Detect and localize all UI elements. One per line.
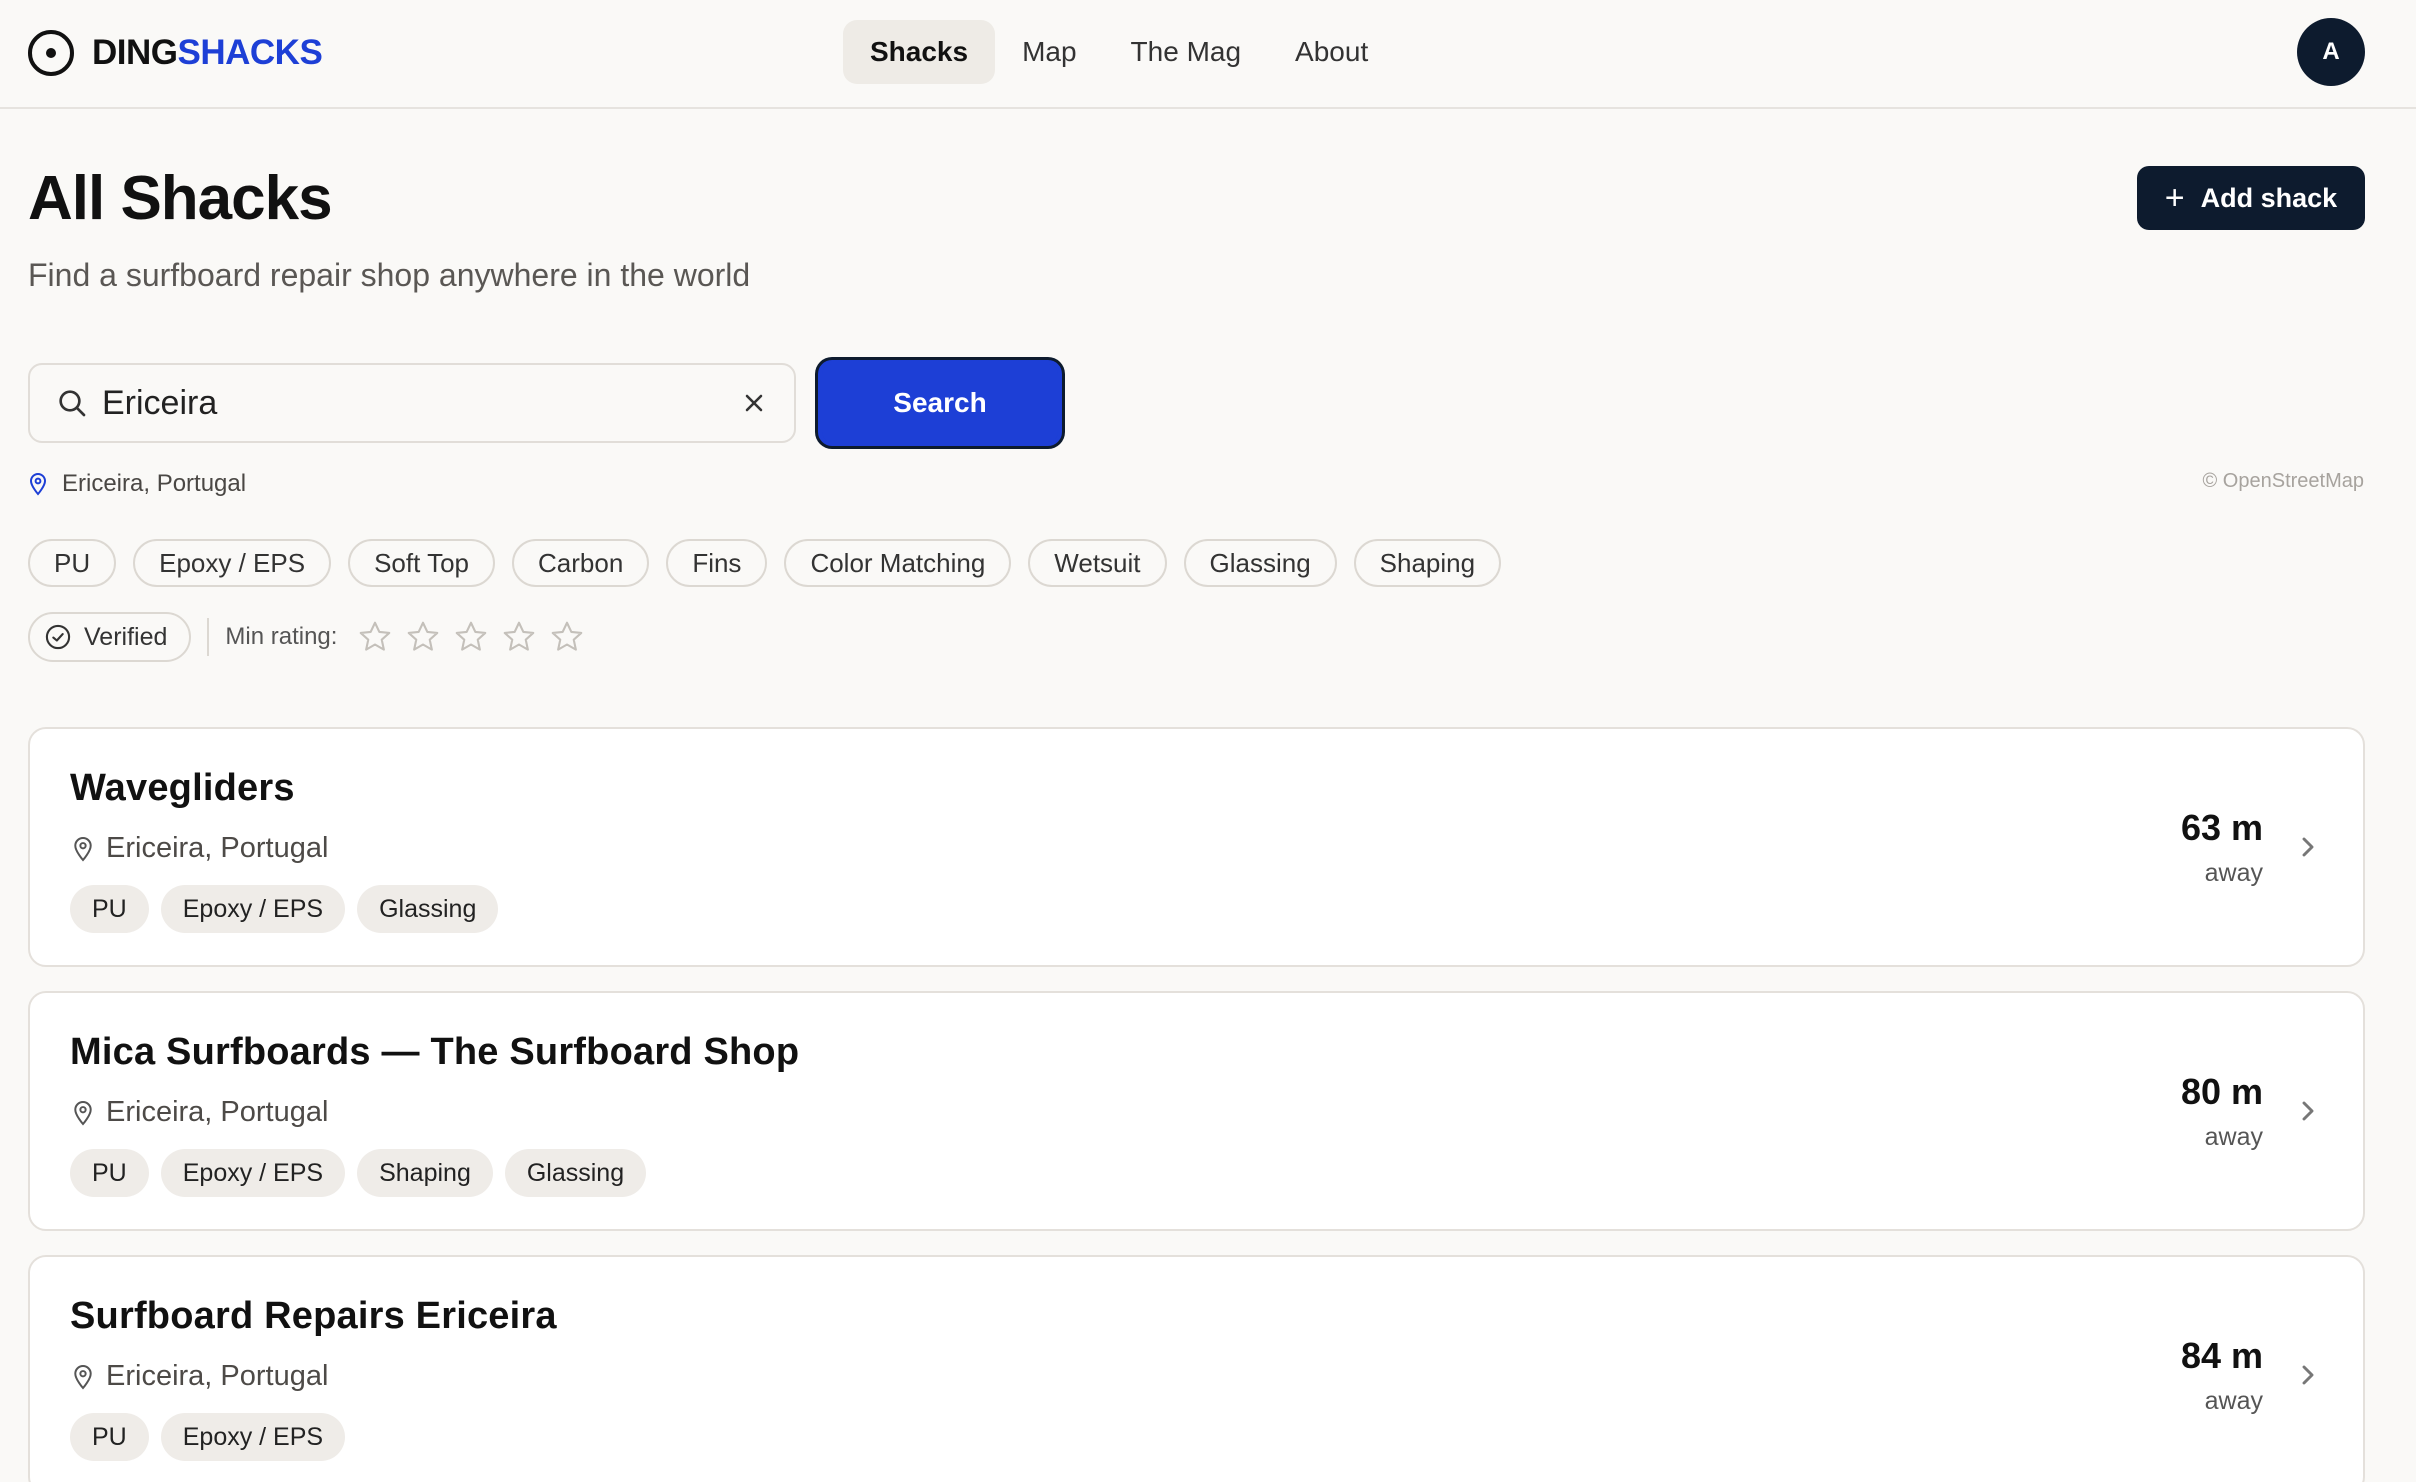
shack-location: Ericeira, Portugal: [72, 1096, 328, 1129]
search-button[interactable]: Search: [818, 360, 1062, 446]
distance-suffix: away: [2204, 1123, 2263, 1151]
shack-tag: Epoxy / EPS: [160, 885, 346, 933]
logo-text-part2: SHACKS: [177, 33, 323, 72]
logo-wordmark: DINGSHACKS: [92, 33, 323, 73]
shack-location-text: Ericeira, Portugal: [106, 1360, 329, 1392]
verified-filter-toggle[interactable]: Verified: [28, 612, 192, 662]
verified-label: Verified: [84, 622, 168, 651]
shack-tag: PU: [70, 885, 149, 933]
distance-value: 84 m: [2180, 1335, 2263, 1376]
distance-suffix: away: [2204, 859, 2263, 887]
user-avatar[interactable]: A: [2297, 18, 2365, 86]
min-rating-label: Min rating:: [225, 623, 338, 650]
add-shack-label: Add shack: [2200, 182, 2338, 213]
search-input[interactable]: Ericeira: [28, 363, 796, 443]
star-outline-icon[interactable]: [453, 619, 489, 655]
distance-value: 63 m: [2180, 807, 2263, 848]
nav-item-shacks[interactable]: Shacks: [843, 20, 996, 84]
plus-icon: +: [2164, 179, 2185, 217]
search-query-value[interactable]: Ericeira: [102, 365, 217, 441]
logo[interactable]: DINGSHACKS: [28, 30, 323, 76]
shack-tag: PU: [70, 1413, 149, 1461]
shack-tags: PU Epoxy / EPS: [70, 1413, 357, 1461]
shack-name[interactable]: Surfboard Repairs Ericeira: [70, 1295, 557, 1338]
shack-tag: Epoxy / EPS: [160, 1413, 346, 1461]
search-icon: [59, 390, 86, 417]
material-filter-chips: PU Epoxy / EPS Soft Top Carbon Fins Colo…: [28, 539, 1518, 587]
map-attribution[interactable]: © OpenStreetMap: [2203, 470, 2364, 493]
filter-chip-pu[interactable]: PU: [28, 539, 117, 587]
filter-chip-glassing[interactable]: Glassing: [1183, 539, 1337, 587]
shack-distance: 84 m away: [2181, 1335, 2263, 1416]
map-pin-icon: [74, 1364, 92, 1390]
logo-text-part1: DING: [92, 33, 178, 72]
filter-chip-fins[interactable]: Fins: [666, 539, 768, 587]
shack-tag: PU: [70, 1149, 149, 1197]
page-subtitle: Find a surfboard repair shop anywhere in…: [28, 257, 751, 293]
shack-tags: PU Epoxy / EPS Glassing: [70, 885, 510, 933]
nav-item-map[interactable]: Map: [995, 20, 1103, 84]
filter-chip-epoxy-eps[interactable]: Epoxy / EPS: [133, 539, 332, 587]
shack-distance: 80 m away: [2181, 1071, 2263, 1152]
add-shack-button[interactable]: + Add shack: [2137, 166, 2365, 230]
resolved-location-text: Ericeira, Portugal: [62, 470, 247, 497]
map-pin-icon: [74, 1100, 92, 1126]
shack-tags: PU Epoxy / EPS Shaping Glassing: [70, 1149, 658, 1197]
shack-location-text: Ericeira, Portugal: [106, 1096, 329, 1128]
star-outline-icon[interactable]: [405, 619, 441, 655]
shack-card[interactable]: Wavegliders Ericeira, Portugal PU Epoxy …: [28, 727, 2365, 967]
map-pin-icon: [74, 836, 92, 862]
shack-tag: Glassing: [357, 885, 499, 933]
filter-chip-soft-top[interactable]: Soft Top: [348, 539, 496, 587]
nav-item-about[interactable]: About: [1268, 20, 1395, 84]
shack-location-text: Ericeira, Portugal: [106, 832, 329, 864]
shack-tag: Shaping: [357, 1149, 493, 1197]
distance-value: 80 m: [2180, 1071, 2263, 1112]
divider: [207, 618, 210, 656]
chevron-right-icon[interactable]: [2297, 1359, 2319, 1391]
distance-suffix: away: [2204, 1387, 2263, 1415]
shack-tag: Epoxy / EPS: [160, 1149, 346, 1197]
shack-name[interactable]: Wavegliders: [70, 767, 295, 810]
map-pin-icon: [29, 473, 47, 496]
shack-location: Ericeira, Portugal: [72, 832, 328, 865]
filter-chip-shaping[interactable]: Shaping: [1353, 539, 1502, 587]
secondary-filters: Verified Min rating:: [28, 612, 597, 662]
main-nav: Shacks Map The Mag About: [843, 20, 1395, 84]
page-title: All Shacks: [28, 164, 333, 233]
top-navigation-bar: DINGSHACKS Shacks Map The Mag About A: [0, 0, 2416, 109]
filter-chip-wetsuit[interactable]: Wetsuit: [1028, 539, 1167, 587]
chevron-right-icon[interactable]: [2297, 831, 2319, 863]
shack-card[interactable]: Surfboard Repairs Ericeira Ericeira, Por…: [28, 1255, 2365, 1482]
check-circle-icon: [45, 624, 71, 650]
shack-tag: Glassing: [504, 1149, 647, 1197]
close-icon[interactable]: [740, 389, 768, 417]
shack-location: Ericeira, Portugal: [72, 1360, 328, 1393]
star-outline-icon[interactable]: [501, 619, 537, 655]
chevron-right-icon[interactable]: [2297, 1095, 2319, 1127]
filter-chip-color-matching[interactable]: Color Matching: [784, 539, 1012, 587]
resolved-location: Ericeira, Portugal: [28, 468, 246, 500]
shack-distance: 63 m away: [2181, 807, 2263, 888]
shack-name[interactable]: Mica Surfboards — The Surfboard Shop: [70, 1031, 799, 1074]
ring-dot-icon: [28, 30, 74, 76]
shack-card[interactable]: Mica Surfboards — The Surfboard Shop Eri…: [28, 991, 2365, 1231]
filter-chip-carbon[interactable]: Carbon: [512, 539, 650, 587]
nav-item-the-mag[interactable]: The Mag: [1104, 20, 1269, 84]
star-outline-icon[interactable]: [357, 619, 393, 655]
star-outline-icon[interactable]: [549, 619, 585, 655]
